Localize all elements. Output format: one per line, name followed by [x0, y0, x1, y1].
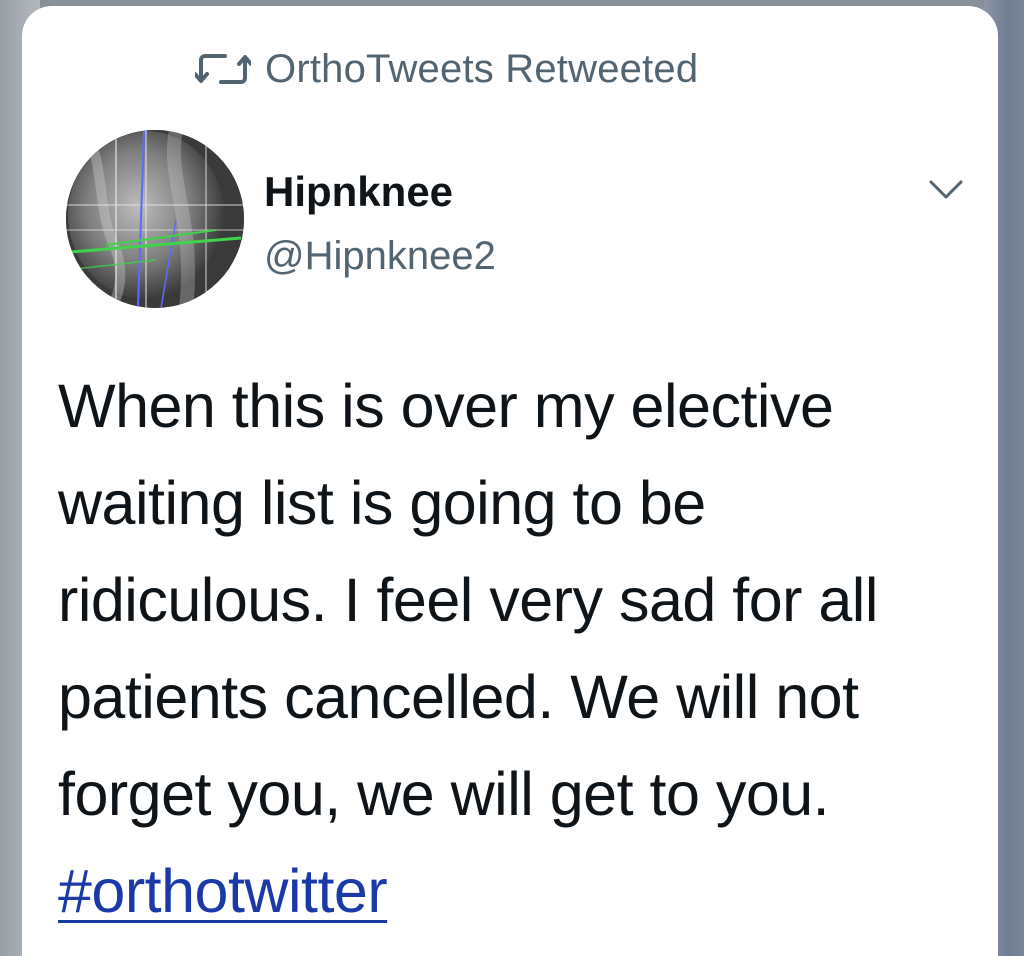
tweet-line: ridiculous. I feel very sad for all: [58, 566, 878, 634]
tweet-line: When this is over my elective: [58, 372, 834, 440]
tweet-card[interactable]: OrthoTweets Retweeted Hipnknee @Hipnknee…: [22, 6, 998, 956]
tweet-text: When this is over my elective waiting li…: [58, 358, 978, 940]
chevron-down-icon[interactable]: [928, 178, 964, 202]
display-name[interactable]: Hipnknee: [264, 168, 453, 216]
retweet-icon: [193, 50, 253, 88]
tweet-line: forget you, we will get to you.: [58, 760, 830, 828]
hashtag-link[interactable]: #orthotwitter: [58, 857, 388, 925]
retweet-label: OrthoTweets Retweeted: [265, 46, 699, 91]
tweet-line: patients cancelled. We will not: [58, 663, 859, 731]
tweet-line: waiting list is going to be: [58, 469, 706, 537]
handle[interactable]: @Hipnknee2: [264, 234, 496, 279]
avatar[interactable]: [66, 130, 244, 308]
retweet-context[interactable]: OrthoTweets Retweeted: [193, 44, 699, 94]
